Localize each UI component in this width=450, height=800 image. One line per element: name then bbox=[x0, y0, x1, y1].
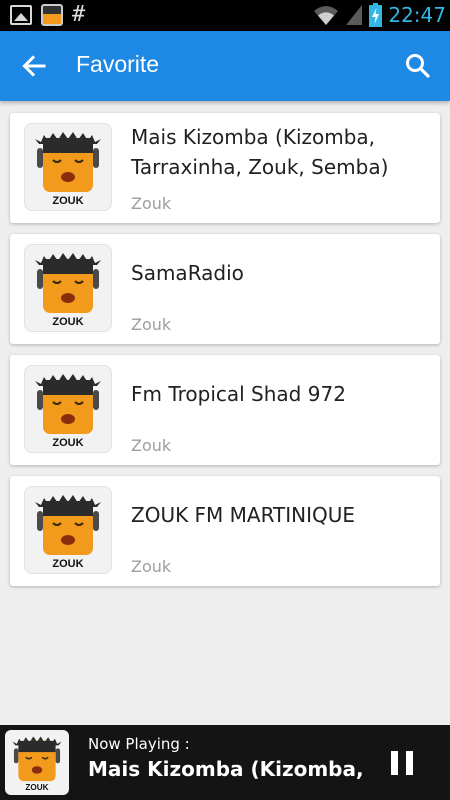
station-logo: ZOUK bbox=[24, 244, 112, 332]
station-card[interactable]: ZOUK Fm Tropical Shad 972 Zouk bbox=[10, 355, 440, 465]
station-card[interactable]: ZOUK SamaRadio Zouk bbox=[10, 234, 440, 344]
station-genre: Zouk bbox=[131, 557, 172, 576]
pause-icon[interactable] bbox=[386, 747, 418, 779]
station-genre: Zouk bbox=[131, 315, 172, 334]
station-name: Fm Tropical Shad 972 bbox=[131, 382, 346, 406]
svg-text:ZOUK: ZOUK bbox=[52, 558, 83, 570]
signal-icon bbox=[346, 5, 363, 25]
zouk-logo-icon: ZOUK bbox=[12, 736, 62, 792]
zouk-logo-icon: ZOUK bbox=[35, 374, 101, 449]
station-logo: ZOUK bbox=[24, 486, 112, 574]
now-playing-bar[interactable]: ZOUK Now Playing : Mais Kizomba (Kizomba… bbox=[0, 725, 450, 800]
now-playing-title: Mais Kizomba (Kizomba, bbox=[88, 757, 364, 781]
station-logo: ZOUK bbox=[24, 365, 112, 453]
hash-icon: # bbox=[72, 2, 86, 27]
zouk-logo-icon: ZOUK bbox=[35, 253, 101, 328]
app-notification-icon bbox=[41, 4, 63, 26]
svg-text:ZOUK: ZOUK bbox=[25, 783, 48, 792]
zouk-logo-icon: ZOUK bbox=[35, 495, 101, 570]
station-name: SamaRadio bbox=[131, 261, 244, 285]
station-card[interactable]: ZOUK Mais Kizomba (Kizomba, Tarraxinha, … bbox=[10, 113, 440, 223]
arrow-left-icon[interactable] bbox=[14, 48, 54, 84]
svg-text:ZOUK: ZOUK bbox=[52, 437, 83, 449]
wifi-icon bbox=[314, 6, 339, 25]
app-bar: Favorite bbox=[0, 31, 450, 101]
station-logo: ZOUK bbox=[24, 123, 112, 211]
favorites-list: ZOUK Mais Kizomba (Kizomba, Tarraxinha, … bbox=[10, 113, 440, 597]
station-genre: Zouk bbox=[131, 436, 172, 455]
now-playing-label: Now Playing : bbox=[88, 735, 190, 753]
station-genre: Zouk bbox=[131, 194, 172, 213]
status-bar: # 22:47 bbox=[0, 0, 450, 31]
gallery-icon bbox=[10, 5, 32, 25]
status-bar-notifications: # bbox=[10, 4, 85, 26]
battery-charging-icon bbox=[369, 3, 383, 27]
status-bar-system: 22:47 bbox=[313, 2, 446, 28]
svg-text:ZOUK: ZOUK bbox=[52, 195, 83, 207]
search-icon[interactable] bbox=[398, 48, 438, 84]
clock: 22:47 bbox=[388, 3, 446, 27]
svg-text:ZOUK: ZOUK bbox=[52, 316, 83, 328]
page-title: Favorite bbox=[76, 51, 160, 77]
now-playing-logo: ZOUK bbox=[5, 730, 69, 795]
station-name: Mais Kizomba (Kizomba, Tarraxinha, Zouk,… bbox=[131, 125, 389, 179]
zouk-logo-icon: ZOUK bbox=[35, 132, 101, 207]
station-card[interactable]: ZOUK ZOUK FM MARTINIQUE Zouk bbox=[10, 476, 440, 586]
station-name: ZOUK FM MARTINIQUE bbox=[131, 503, 356, 527]
